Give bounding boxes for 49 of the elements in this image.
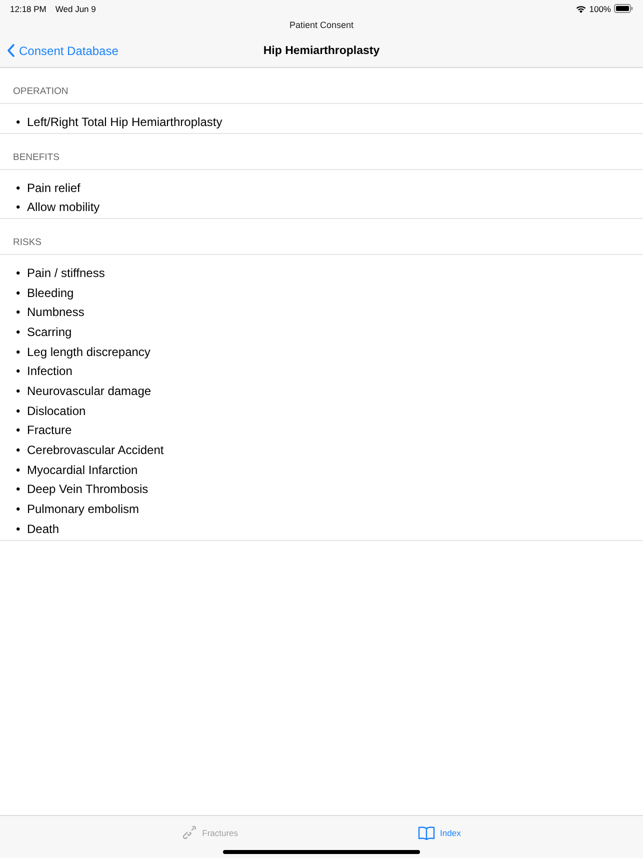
list-item: Cerebrovascular Accident [27,443,164,458]
list-item: Pain / stiffness [27,266,105,280]
list-item: Myocardial Infarction [27,462,138,477]
tab[interactable]: Index [418,825,461,840]
list-item: Allow mobility [27,200,100,214]
list-item: Dislocation [27,404,86,418]
app-title: Patient Consent [288,19,355,32]
list-item: Pain relief [27,180,80,195]
bullet: • [16,266,22,280]
book-icon [418,826,436,840]
bullet: • [16,286,22,300]
list-item: Fracture [27,423,72,438]
bullet: • [16,344,22,359]
status-time: 12:18 PM [10,4,46,14]
chevron-left-icon [7,44,15,57]
bullet: • [16,502,22,516]
battery-icon [614,4,633,13]
list-item: Neurovascular damage [27,384,152,398]
bullet: • [16,384,22,398]
list-item: Numbness [27,305,84,320]
bullet: • [16,522,22,536]
bullet: • [16,324,22,339]
bullet: • [16,443,22,458]
wifi-icon [576,4,586,12]
battery-percent: 100% [589,4,611,14]
list-item: Scarring [27,324,72,339]
bullet: • [16,200,22,214]
list-item: Deep Vein Thrombosis [27,482,148,496]
section-header: RISKS [13,236,42,250]
list-item: Bleeding [27,286,74,300]
bullet: • [16,364,22,378]
back-button[interactable]: Consent Database [7,34,118,67]
page-title: Hip Hemiarthroplasty [263,44,380,56]
bullet: • [16,114,22,129]
bullet: • [16,180,22,195]
status-date: Wed Jun 9 [55,4,96,14]
bullet: • [16,305,22,320]
bullet: • [16,482,22,496]
list-item: Leg length discrepancy [27,344,150,359]
list-item: Death [27,522,60,536]
list-item: Infection [27,364,72,378]
bullet: • [16,404,22,418]
list-item: Left/Right Total Hip Hemiarthroplasty [27,114,222,129]
list-item: Pulmonary embolism [27,502,140,516]
tab[interactable]: Fractures [182,825,238,840]
section-header: OPERATION [13,85,68,98]
section-header: BENEFITS [13,150,60,164]
bullet: • [16,423,22,438]
bullet: • [16,462,22,477]
